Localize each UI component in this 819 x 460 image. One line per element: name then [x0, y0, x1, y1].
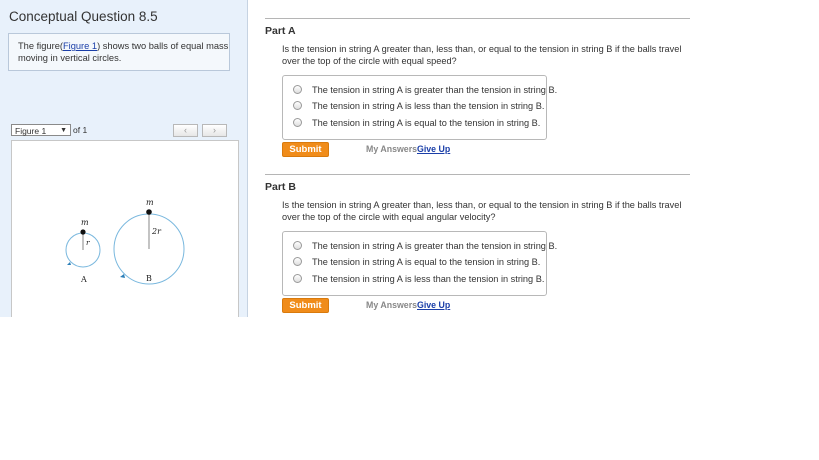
label-radius-b: 2r — [151, 227, 162, 236]
question-title: Conceptual Question 8.5 — [9, 9, 158, 24]
part-b-heading: Part B — [265, 181, 296, 193]
part-b-submit-button[interactable]: Submit — [282, 298, 329, 313]
label-mass-b: m — [146, 198, 154, 207]
part-a-question: Is the tension in string A greater than,… — [282, 44, 682, 66]
option-label: The tension in string A is equal to the … — [312, 257, 541, 267]
option-label: The tension in string A is greater than … — [312, 241, 558, 251]
option-label: The tension in string A is less than the… — [312, 101, 545, 111]
divider — [265, 174, 690, 175]
part-b-my-answers-link[interactable]: My Answers — [366, 300, 417, 310]
radio-button[interactable] — [293, 274, 302, 283]
part-b-give-up-link[interactable]: Give Up — [417, 300, 450, 310]
label-name-b: B — [146, 274, 152, 283]
figure-select-value: Figure 1 — [15, 126, 47, 136]
radio-button[interactable] — [293, 257, 302, 266]
chevron-left-icon: ‹ — [184, 125, 187, 135]
direction-arrow-a-icon — [67, 262, 71, 265]
part-a-submit-button[interactable]: Submit — [282, 142, 329, 157]
part-a-give-up-link[interactable]: Give Up — [417, 144, 450, 154]
option-label: The tension in string A is greater than … — [312, 85, 558, 95]
left-panel: Conceptual Question 8.5 The figure(Figur… — [0, 0, 248, 317]
part-a-options: The tension in string A is greater than … — [282, 75, 557, 140]
label-mass-a: m — [81, 218, 89, 227]
dropdown-arrow-icon: ▼ — [60, 127, 67, 134]
figure-count: of 1 — [73, 125, 88, 135]
radio-button[interactable] — [293, 118, 302, 127]
ball-a — [80, 229, 86, 235]
figure-link[interactable]: Figure 1 — [63, 41, 97, 51]
figure-toolbar: Figure 1 ▼ of 1 ‹ › — [11, 124, 239, 138]
part-a-my-answers-link[interactable]: My Answers — [366, 144, 417, 154]
divider — [265, 18, 690, 19]
question-intro: The figure(Figure 1) shows two balls of … — [8, 33, 230, 71]
label-name-a: A — [80, 275, 87, 284]
figure-panel: m r A m 2r B — [11, 140, 239, 317]
part-a-heading: Part A — [265, 25, 296, 37]
radio-button[interactable] — [293, 101, 302, 110]
label-radius-a: r — [86, 238, 90, 247]
figure-select[interactable]: Figure 1 ▼ — [11, 124, 71, 136]
chevron-right-icon: › — [213, 125, 216, 135]
intro-text-prefix: The figure( — [18, 41, 63, 51]
option-label: The tension in string A is equal to the … — [312, 118, 541, 128]
radio-button[interactable] — [293, 241, 302, 250]
next-figure-button[interactable]: › — [202, 124, 227, 137]
ball-b — [146, 209, 152, 215]
part-b-question: Is the tension in string A greater than,… — [282, 200, 682, 222]
figure-diagram: m r A m 2r B — [65, 198, 185, 285]
option-label: The tension in string A is less than the… — [312, 274, 545, 284]
direction-arrow-b-icon — [120, 274, 125, 278]
part-b-options: The tension in string A is greater than … — [282, 231, 557, 296]
radio-button[interactable] — [293, 85, 302, 94]
prev-figure-button[interactable]: ‹ — [173, 124, 198, 137]
